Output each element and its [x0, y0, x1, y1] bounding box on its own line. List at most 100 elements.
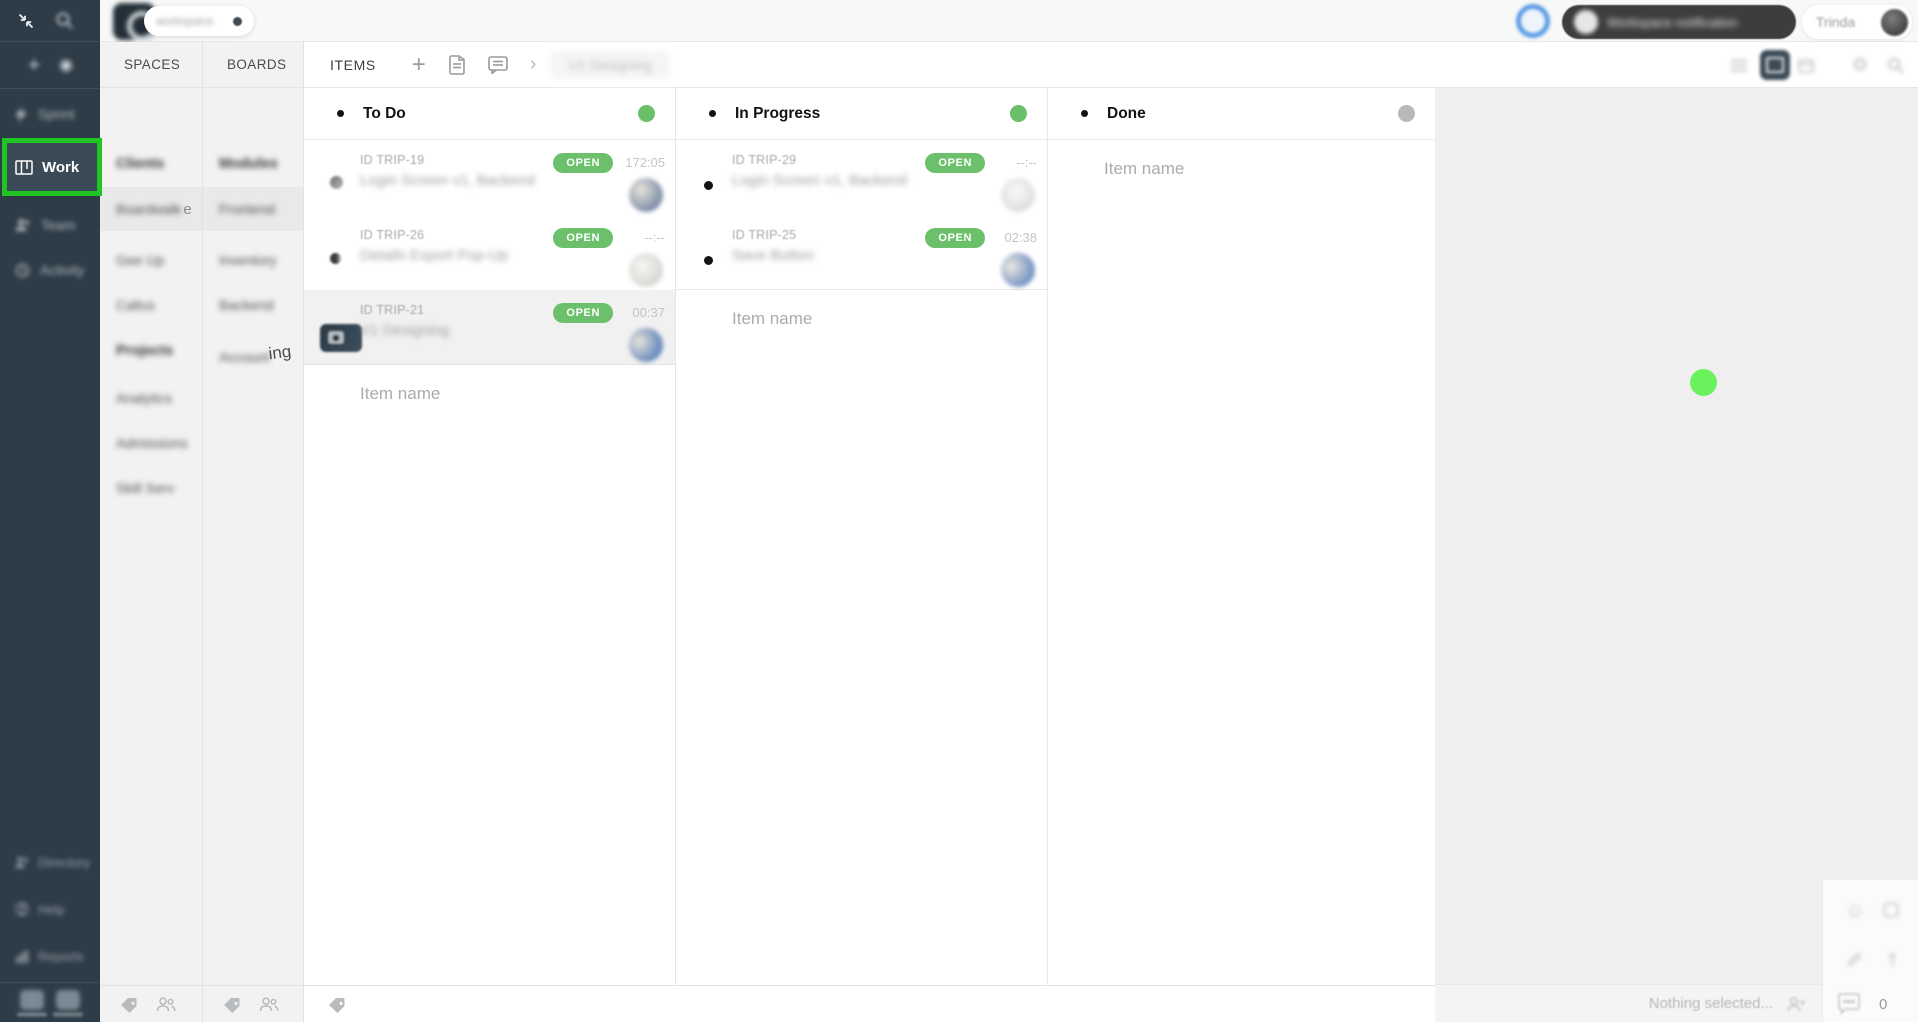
- sidebar-item-label: Sprint: [38, 106, 75, 122]
- kanban-card-selected[interactable]: ID TRIP-21 V1 Designing OPEN 00:37: [304, 290, 675, 365]
- notifications-icon[interactable]: ◉: [54, 53, 78, 77]
- spaces-panel-title: SPACES: [100, 42, 202, 88]
- space-group-projects[interactable]: Projects: [100, 331, 202, 371]
- boards-panel-title: BOARDS: [203, 42, 303, 88]
- card-title: Details Export Pop-Up: [360, 247, 509, 264]
- search-icon[interactable]: [1884, 54, 1906, 76]
- new-item-input[interactable]: Item name: [304, 365, 675, 423]
- sidebar-item-directory[interactable]: Directory: [0, 847, 100, 877]
- slider-icon[interactable]: [17, 1013, 47, 1016]
- column-status-dot[interactable]: [1398, 105, 1415, 122]
- comment-count: 0: [1879, 995, 1888, 1013]
- tag-icon[interactable]: [223, 995, 241, 1013]
- gear-icon[interactable]: ⚙: [1849, 54, 1871, 76]
- tag-icon[interactable]: [120, 995, 138, 1013]
- sidebar-item-work[interactable]: Work: [2, 138, 102, 196]
- add-item-icon[interactable]: +: [412, 51, 426, 79]
- card-id: ID TRIP-21: [360, 303, 425, 317]
- comments-bubble-icon[interactable]: [1837, 993, 1861, 1015]
- board-item[interactable]: Backend: [203, 285, 303, 325]
- kanban-board: To Do ID TRIP-19 Login Screen v1, Backen…: [304, 88, 1435, 985]
- assignee-avatar[interactable]: [629, 178, 663, 212]
- column-title: In Progress: [735, 104, 821, 122]
- board-item-selected[interactable]: Frontend: [203, 187, 303, 231]
- expand-icon[interactable]: [1883, 902, 1899, 918]
- kanban-card[interactable]: ID TRIP-19 Login Screen v1, Backend OPEN…: [304, 140, 675, 215]
- column-title: To Do: [363, 104, 406, 122]
- notification-text: Workspace notification: [1607, 14, 1738, 30]
- emoji-icon[interactable]: ☺: [1845, 900, 1865, 923]
- board-item[interactable]: Inventory: [203, 240, 303, 280]
- kanban-card[interactable]: ID TRIP-29 Login Screen v1, Backend OPEN…: [676, 140, 1047, 215]
- card-title: Login Screen v1, Backend: [732, 172, 908, 189]
- space-item[interactable]: Callus: [100, 285, 202, 325]
- detail-toolbar: ⚙: [1435, 42, 1918, 88]
- sidebar-item-help[interactable]: Help: [0, 894, 100, 924]
- reports-icon: [16, 950, 28, 963]
- members-icon[interactable]: [156, 996, 176, 1012]
- pen-settings-icon[interactable]: [56, 990, 80, 1010]
- document-icon[interactable]: [448, 54, 466, 75]
- assignee-avatar[interactable]: [629, 328, 663, 362]
- people-icon: [15, 219, 30, 231]
- board-view-icon-active[interactable]: [1760, 50, 1790, 80]
- new-item-input[interactable]: Item name: [676, 290, 1047, 348]
- space-item[interactable]: Analytics: [100, 378, 202, 418]
- card-bullet: [704, 181, 713, 190]
- sidebar-item-label: Help: [38, 901, 65, 917]
- space-item[interactable]: Admissions: [100, 423, 202, 463]
- list-view-icon[interactable]: [1728, 54, 1750, 76]
- pin-icon[interactable]: [1887, 952, 1898, 967]
- space-item[interactable]: Gee Up: [100, 240, 202, 280]
- column-header[interactable]: In Progress: [676, 88, 1047, 140]
- user-menu[interactable]: Trinda: [1802, 5, 1912, 39]
- assignee-avatar[interactable]: [629, 253, 663, 287]
- sidebar-item-label: Reports: [38, 948, 84, 964]
- members-icon[interactable]: [259, 996, 279, 1012]
- collapse-sidebar-icon[interactable]: [14, 9, 38, 33]
- sidebar-item-activity[interactable]: Activity: [0, 252, 100, 288]
- rail-footer: [0, 982, 100, 1022]
- chevron-right-icon: ›: [529, 53, 537, 75]
- workspace-pill[interactable]: workspace: [144, 6, 254, 36]
- detail-panel: ⚙ ☺ 0 Nothing selected...: [1435, 42, 1918, 1022]
- assignee-avatar[interactable]: [1001, 178, 1035, 212]
- kanban-card[interactable]: ID TRIP-25 Save Button OPEN 02:38: [676, 215, 1047, 290]
- rail-actions-section: + ◉: [0, 42, 100, 89]
- space-item[interactable]: Skill Serv: [100, 468, 202, 508]
- kanban-column-todo: To Do ID TRIP-19 Login Screen v1, Backen…: [304, 88, 676, 985]
- left-rail: + ◉ Sprint Work Team Activity Directory …: [0, 0, 102, 1022]
- space-group-clients[interactable]: Clients: [100, 144, 202, 184]
- directory-icon: [15, 856, 28, 868]
- sidebar-item-sprint[interactable]: Sprint: [0, 96, 100, 132]
- edit-icon[interactable]: [1847, 952, 1862, 967]
- column-status-dot[interactable]: [1010, 105, 1027, 122]
- recording-indicator-icon[interactable]: [1516, 4, 1550, 38]
- board-item-drag-ghost[interactable]: Account ing: [203, 337, 303, 377]
- column-status-dot[interactable]: [638, 105, 655, 122]
- space-item-selected[interactable]: Boardwalk e: [100, 187, 202, 231]
- assign-user-icon[interactable]: [1787, 996, 1806, 1012]
- add-icon[interactable]: +: [22, 52, 46, 77]
- column-header[interactable]: To Do: [304, 88, 675, 140]
- theme-toggle-icon[interactable]: [20, 990, 44, 1010]
- sidebar-item-label: Activity: [40, 262, 85, 278]
- card-title: V1 Designing: [360, 322, 450, 339]
- column-bullet: [1081, 110, 1088, 117]
- sidebar-item-reports[interactable]: Reports: [0, 941, 100, 971]
- sidebar-item-team[interactable]: Team: [0, 207, 100, 243]
- comments-icon[interactable]: [487, 55, 508, 74]
- column-header[interactable]: Done: [1048, 88, 1435, 140]
- tag-icon[interactable]: [328, 995, 346, 1013]
- notification-pill[interactable]: Workspace notification: [1562, 5, 1796, 39]
- assignee-avatar[interactable]: [1001, 253, 1035, 287]
- board-group-modules[interactable]: Modules: [203, 144, 303, 184]
- breadcrumb[interactable]: V1 Designing: [550, 50, 670, 79]
- calendar-view-icon[interactable]: [1795, 54, 1817, 76]
- spaces-panel-footer: [100, 985, 202, 1022]
- new-item-input[interactable]: Item name: [1048, 140, 1435, 198]
- slider-icon[interactable]: [53, 1013, 83, 1016]
- card-title: Login Screen v1, Backend: [360, 172, 536, 189]
- search-icon[interactable]: [52, 8, 76, 32]
- kanban-card[interactable]: ID TRIP-26 Details Export Pop-Up OPEN --…: [304, 215, 675, 290]
